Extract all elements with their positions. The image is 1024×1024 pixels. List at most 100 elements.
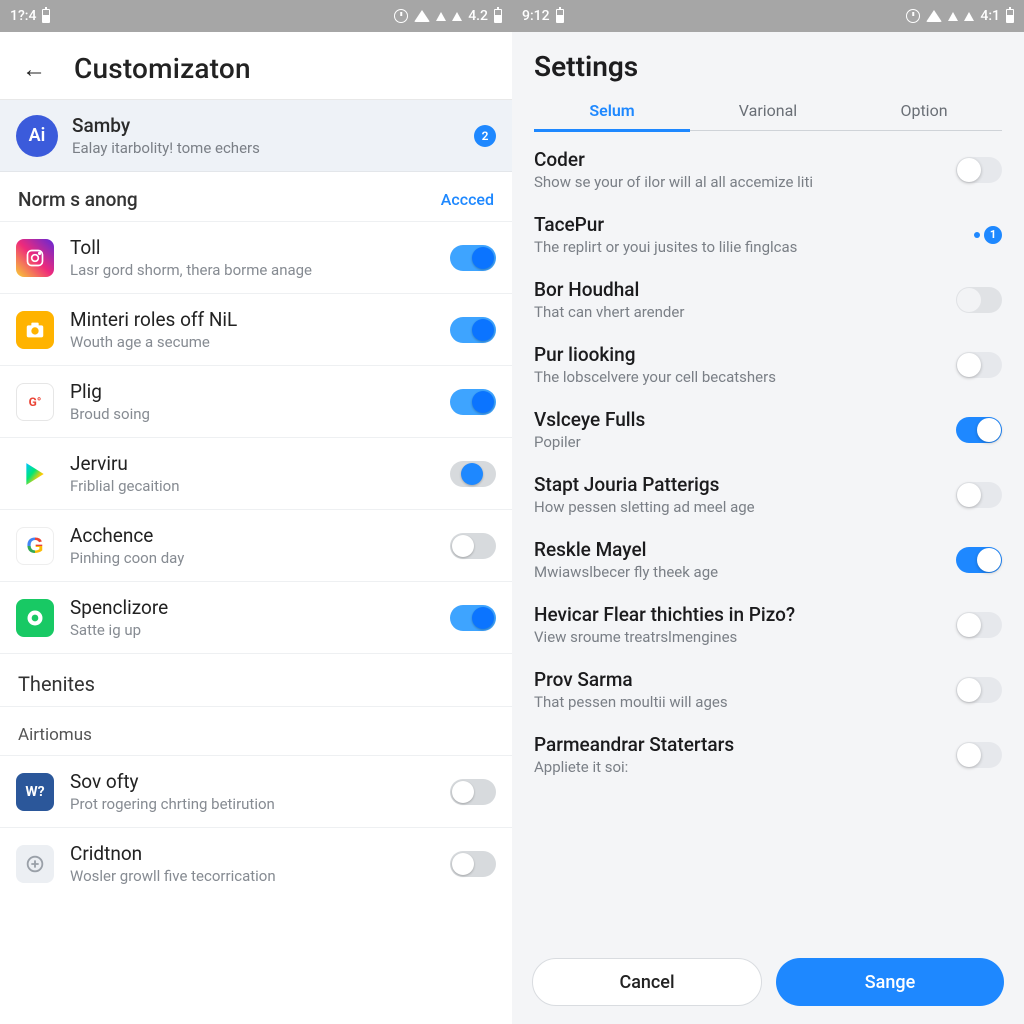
app-subtitle: Lasr gord shorm, thera borme anage <box>70 261 434 279</box>
save-button[interactable]: Sange <box>776 958 1004 1006</box>
back-icon[interactable]: ← <box>18 53 50 85</box>
instagram-icon <box>16 239 54 277</box>
app-title: Minteri roles off NiL <box>70 308 434 331</box>
setting-row[interactable]: Pur liooking The lobscelvere your cell be… <box>512 332 1024 397</box>
app-title: Toll <box>70 236 434 259</box>
setting-subtitle: How pessen sletting ad meel age <box>534 498 942 516</box>
setting-subtitle: The lobscelvere your cell becatshers <box>534 368 942 386</box>
spen-icon <box>16 599 54 637</box>
toggle[interactable] <box>956 677 1002 703</box>
wifi-icon <box>414 10 430 22</box>
app-row[interactable]: Spenclizore Satte ig up <box>0 581 512 653</box>
settings-list[interactable]: CoderShow se your of ilor will al all ac… <box>512 137 1024 944</box>
setting-title: Coder <box>534 148 942 171</box>
app-subtitle: Pinhing coon day <box>70 549 434 567</box>
app-row[interactable]: GAcchencePinhing coon day <box>0 509 512 581</box>
setting-subtitle: View sroume treatrslmengines <box>534 628 942 646</box>
setting-row[interactable]: Prov SarmaThat pessen moultii will ages <box>512 657 1024 722</box>
status-bar: 1?:4 4.2 <box>0 0 512 32</box>
setting-row[interactable]: Parmeandrar StatertarsAppliete it soi: <box>512 722 1024 787</box>
settings-header: Settings SelumVarionalOption <box>512 32 1024 137</box>
app-title: Jerviru <box>70 452 434 475</box>
cancel-button[interactable]: Cancel <box>532 958 762 1006</box>
setting-title: Stapt Jouria Patterigs <box>534 473 942 496</box>
status-net-r: 4:1 <box>980 8 1000 24</box>
toggle[interactable] <box>956 157 1002 183</box>
section-link[interactable]: Accced <box>441 190 494 209</box>
toggle[interactable] <box>956 417 1002 443</box>
setting-row[interactable]: CoderShow se your of ilor will al all ac… <box>512 137 1024 202</box>
setting-title: Prov Sarma <box>534 668 942 691</box>
app-title: Plig <box>70 380 434 403</box>
section-header: Norm s anong Accced <box>0 172 512 221</box>
setting-title: Pur liooking <box>534 343 942 366</box>
toggle[interactable] <box>450 779 496 805</box>
toggle[interactable] <box>450 245 496 271</box>
toggle[interactable] <box>450 605 496 631</box>
setting-subtitle: Mwiawslbecer fly theek age <box>534 563 942 581</box>
camera-icon <box>16 311 54 349</box>
plig-icon: G° <box>16 383 54 421</box>
app-subtitle: Satte ig up <box>70 621 434 639</box>
toggle[interactable] <box>956 612 1002 638</box>
settings-title: Settings <box>534 50 1002 83</box>
setting-title: Bor Houdhal <box>534 278 942 301</box>
toggle[interactable] <box>450 461 496 487</box>
app-subtitle: Prot rogering chrting betirution <box>70 795 434 813</box>
setting-row[interactable]: Stapt Jouria Patterigs How pessen slettin… <box>512 462 1024 527</box>
battery-icon-r <box>1006 9 1014 23</box>
hero-badge: 2 <box>474 125 496 147</box>
phone-right: 9:12 4:1 Settings SelumVarionalOption Co… <box>512 0 1024 1024</box>
setting-row[interactable]: Bor HoudhalThat can vhert arender <box>512 267 1024 332</box>
toggle[interactable] <box>450 851 496 877</box>
signal-icon-r <box>948 12 958 21</box>
status-net: 4.2 <box>468 8 488 24</box>
app-row[interactable]: Cridtnon Wosler growll five tecorrication <box>0 827 512 899</box>
tab-varional[interactable]: Varional <box>690 91 846 130</box>
app-row[interactable]: JerviruFriblial gecaition <box>0 437 512 509</box>
setting-subtitle: The replirt or youi jusites to lilie fin… <box>534 238 960 256</box>
crid-icon <box>16 845 54 883</box>
account-hero[interactable]: Ai Samby Ealay itarbolity! tome echers 2 <box>0 100 512 172</box>
status-time-r: 9:12 <box>522 8 550 24</box>
app-title: Sov ofty <box>70 770 434 793</box>
setting-row[interactable]: Reskle Mayel Mwiawslbecer fly theek age <box>512 527 1024 592</box>
app-title: Spenclizore <box>70 596 434 619</box>
app-title: Cridtnon <box>70 842 434 865</box>
toggle[interactable] <box>450 389 496 415</box>
left-list[interactable]: Toll Lasr gord shorm, thera borme anage Mi… <box>0 221 512 1024</box>
tab-option[interactable]: Option <box>846 91 1002 130</box>
app-row[interactable]: Minteri roles off NiLWouth age a secume <box>0 293 512 365</box>
setting-row[interactable]: Vslceye FullsPopiler <box>512 397 1024 462</box>
toggle[interactable] <box>956 742 1002 768</box>
setting-title: Reskle Mayel <box>534 538 942 561</box>
page-title: Customizaton <box>74 52 251 85</box>
phone-left: 1?:4 4.2 ← Customizaton Ai Samby Ealay i… <box>0 0 512 1024</box>
tabs: SelumVarionalOption <box>534 91 1002 131</box>
toggle[interactable] <box>450 533 496 559</box>
app-header: ← Customizaton <box>0 32 512 100</box>
setting-subtitle: Appliete it soi: <box>534 758 942 776</box>
toggle[interactable] <box>956 547 1002 573</box>
status-bar-r: 9:12 4:1 <box>512 0 1024 32</box>
app-title: Acchence <box>70 524 434 547</box>
app-row[interactable]: G°PligBroud soing <box>0 365 512 437</box>
signal-icon-2 <box>452 12 462 21</box>
app-row[interactable]: W?Sov oftyProt rogering chrting betiruti… <box>0 755 512 827</box>
setting-row[interactable]: Hevicar Flear thichties in Pizo?View sro… <box>512 592 1024 657</box>
toggle[interactable] <box>956 482 1002 508</box>
battery-small-icon <box>42 9 50 23</box>
toggle[interactable] <box>956 352 1002 378</box>
toggle[interactable] <box>450 317 496 343</box>
row-badge: 1 <box>974 226 1002 244</box>
setting-row[interactable]: TacePurThe replirt or youi jusites to li… <box>512 202 1024 267</box>
tab-selum[interactable]: Selum <box>534 91 690 130</box>
play-store-icon <box>16 455 54 493</box>
hero-title: Samby <box>72 114 460 137</box>
alarm-icon <box>394 9 408 23</box>
app-subtitle: Wosler growll five tecorrication <box>70 867 434 885</box>
app-row[interactable]: Toll Lasr gord shorm, thera borme anage <box>0 221 512 293</box>
status-time: 1?:4 <box>10 8 36 24</box>
wifi-icon-r <box>926 10 942 22</box>
footer: Cancel Sange <box>512 944 1024 1024</box>
